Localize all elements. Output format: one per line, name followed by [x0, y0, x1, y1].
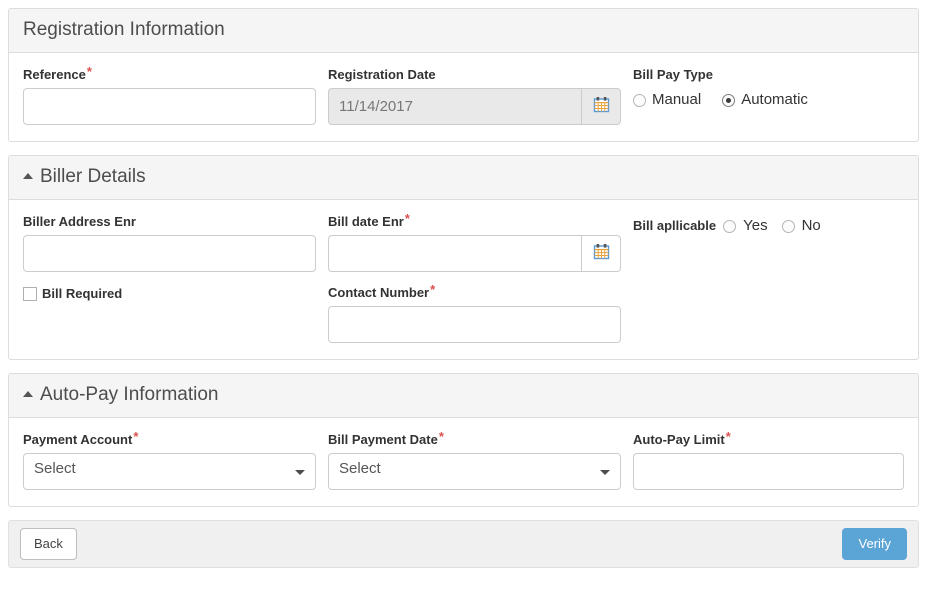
- registration-panel-title: Registration Information: [23, 19, 225, 40]
- biller-details-panel: Biller Details Biller Address Enr Bill R…: [8, 155, 919, 360]
- bill-applicable-option-no-label[interactable]: No: [802, 216, 821, 236]
- bill-payment-date-label: Bill Payment Date*: [328, 429, 621, 448]
- caret-up-icon[interactable]: [23, 391, 33, 397]
- payment-account-label-text: Payment Account: [23, 432, 133, 447]
- bill-date-field-group: Bill date Enr* Contact Number*: [328, 211, 633, 343]
- registration-panel-body: Reference* Registration Date 11/14/2017 …: [9, 53, 918, 141]
- biller-address-input[interactable]: [23, 235, 316, 272]
- bill-date-calendar-button[interactable]: [581, 235, 621, 272]
- calendar-icon: [593, 96, 610, 118]
- payment-account-required-marker: *: [133, 429, 139, 444]
- autopay-limit-label: Auto-Pay Limit*: [633, 429, 904, 448]
- caret-up-icon[interactable]: [23, 173, 33, 179]
- bill-pay-type-option-automatic-label[interactable]: Automatic: [741, 90, 808, 110]
- biller-fields-row: Biller Address Enr Bill Required Bill da…: [23, 211, 904, 343]
- contact-number-label: Contact Number*: [328, 282, 621, 301]
- registration-date-input[interactable]: [328, 88, 581, 125]
- bill-payment-date-select-wrap: Select: [328, 453, 621, 490]
- autopay-limit-field-group: Auto-Pay Limit*: [633, 429, 904, 490]
- biller-panel-header[interactable]: Biller Details: [9, 156, 918, 200]
- bill-payment-date-field-group: Bill Payment Date* Select: [328, 429, 633, 490]
- biller-address-label-text: Biller Address Enr: [23, 214, 136, 229]
- reference-input[interactable]: [23, 88, 316, 125]
- back-button[interactable]: Back: [20, 528, 77, 560]
- bill-required-checkbox[interactable]: [23, 286, 37, 301]
- registration-date-input-group: [328, 88, 621, 125]
- autopay-panel-header[interactable]: Auto-Pay Information: [9, 374, 918, 418]
- bill-pay-type-radio-automatic[interactable]: [722, 93, 736, 107]
- auto-pay-information-panel: Auto-Pay Information Payment Account* Se…: [8, 373, 919, 507]
- reference-label-text: Reference: [23, 67, 86, 82]
- bill-applicable-radio-group: Bill apllicable Yes No: [633, 214, 904, 236]
- bill-applicable-label: Bill apllicable: [633, 218, 717, 233]
- contact-number-required-marker: *: [430, 282, 436, 297]
- bill-required-checkbox-row: Bill Required: [23, 286, 316, 301]
- autopay-fields-row: Payment Account* Select Bill Payment Dat…: [23, 429, 904, 490]
- reference-label: Reference*: [23, 64, 316, 83]
- verify-button[interactable]: Verify: [842, 528, 907, 560]
- bill-date-input[interactable]: [328, 235, 581, 272]
- page-title: Registration Information: [23, 19, 904, 41]
- bill-date-required-marker: *: [404, 211, 410, 226]
- registration-information-panel: Registration Information Reference* Regi…: [8, 8, 919, 142]
- payment-account-label: Payment Account*: [23, 429, 316, 448]
- bill-payment-date-required-marker: *: [438, 429, 444, 444]
- biller-address-field-group: Biller Address Enr Bill Required: [23, 214, 328, 343]
- biller-panel-body: Biller Address Enr Bill Required Bill da…: [9, 200, 918, 359]
- reference-required-marker: *: [86, 64, 92, 79]
- reference-field-group: Reference*: [23, 64, 328, 125]
- registration-date-label-text: Registration Date: [328, 67, 436, 82]
- bill-applicable-field-group: Bill apllicable Yes No: [633, 214, 904, 343]
- registration-date-field-group: Registration Date: [328, 67, 633, 125]
- registration-fields-row: Reference* Registration Date 11/14/2017 …: [23, 64, 904, 125]
- contact-number-input[interactable]: [328, 306, 621, 343]
- bill-pay-type-radio-manual[interactable]: [633, 93, 646, 107]
- bill-date-label: Bill date Enr*: [328, 211, 621, 230]
- bill-date-label-text: Bill date Enr: [328, 214, 404, 229]
- bill-pay-type-label: Bill Pay Type: [633, 67, 904, 83]
- autopay-limit-input[interactable]: [633, 453, 904, 490]
- payment-account-select-wrap: Select: [23, 453, 316, 490]
- bill-required-label[interactable]: Bill Required: [42, 286, 122, 301]
- bill-date-input-group: [328, 235, 621, 272]
- bill-pay-type-field-group: Bill Pay Type Manual Automatic: [633, 67, 904, 125]
- autopay-panel-body: Payment Account* Select Bill Payment Dat…: [9, 418, 918, 506]
- biller-address-label: Biller Address Enr: [23, 214, 316, 230]
- bill-applicable-radio-yes[interactable]: [723, 219, 737, 233]
- bill-applicable-option-yes-label[interactable]: Yes: [743, 216, 767, 236]
- bill-payment-date-label-text: Bill Payment Date: [328, 432, 438, 447]
- payment-account-field-group: Payment Account* Select: [23, 429, 328, 490]
- contact-number-label-text: Contact Number: [328, 285, 430, 300]
- bill-pay-type-label-text: Bill Pay Type: [633, 67, 713, 82]
- contact-number-field-group: Contact Number*: [328, 282, 621, 343]
- bill-applicable-radio-no[interactable]: [781, 219, 795, 233]
- form-footer: Back Verify: [8, 520, 919, 568]
- registration-date-label: Registration Date: [328, 67, 621, 83]
- registration-panel-header: Registration Information: [9, 9, 918, 53]
- registration-form-page: Registration Information Reference* Regi…: [0, 0, 927, 591]
- autopay-limit-required-marker: *: [725, 429, 731, 444]
- bill-pay-type-radio-group: Manual Automatic: [633, 88, 904, 110]
- bill-payment-date-select[interactable]: Select: [328, 453, 621, 490]
- registration-date-calendar-button[interactable]: [581, 88, 621, 125]
- autopay-limit-label-text: Auto-Pay Limit: [633, 432, 725, 447]
- bill-pay-type-option-manual-label[interactable]: Manual: [652, 90, 701, 110]
- biller-panel-title: Biller Details: [40, 166, 146, 187]
- autopay-panel-title: Auto-Pay Information: [40, 384, 219, 405]
- payment-account-select[interactable]: Select: [23, 453, 316, 490]
- calendar-icon: [593, 243, 610, 265]
